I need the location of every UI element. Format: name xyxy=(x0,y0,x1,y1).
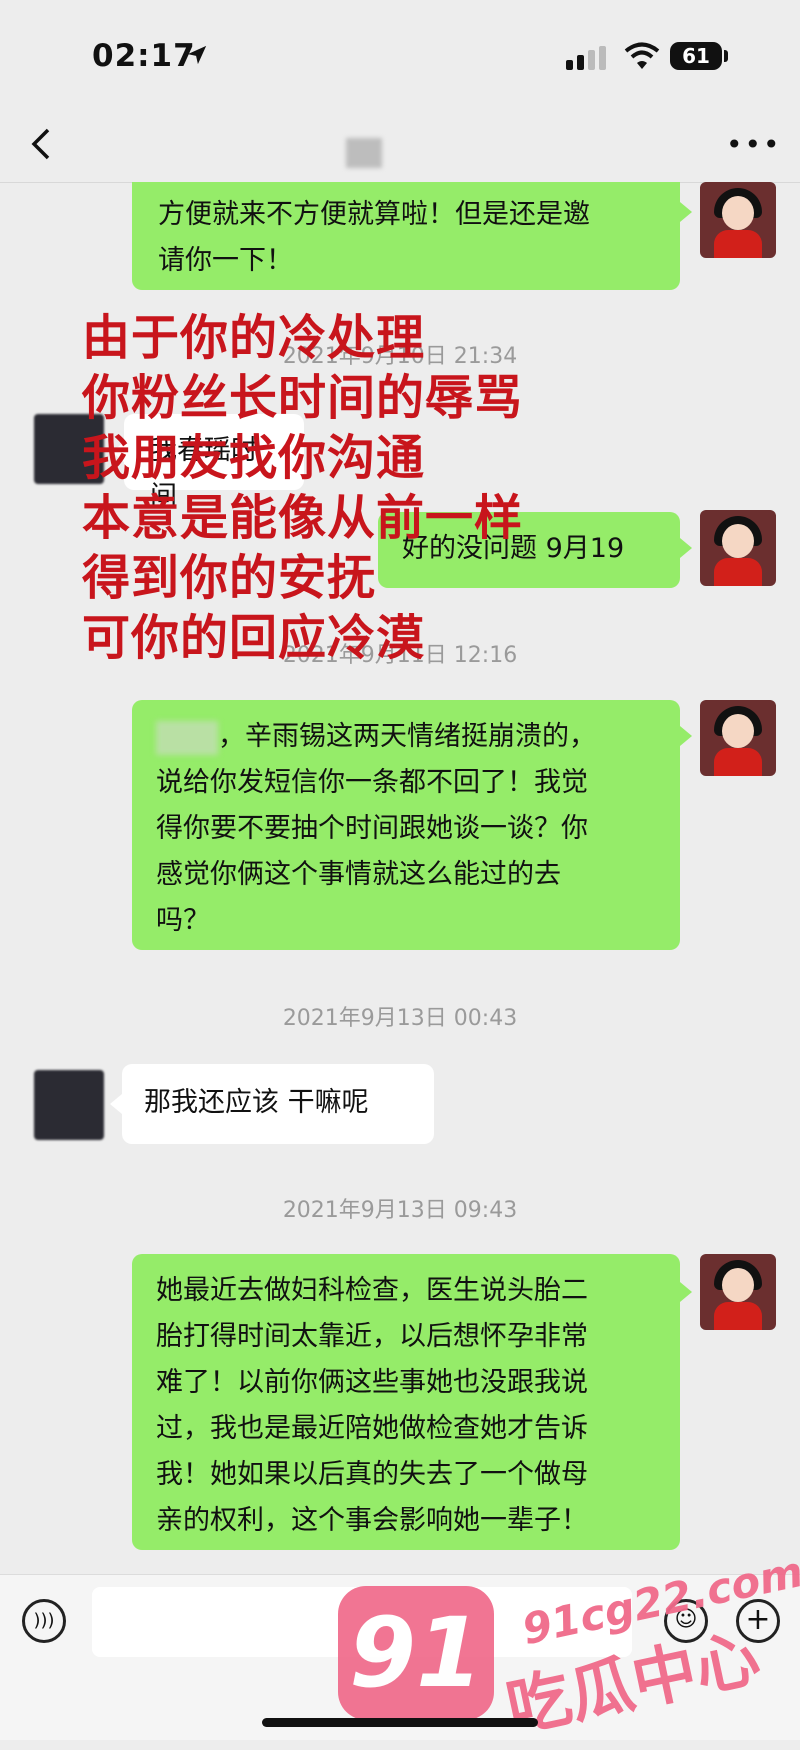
message-line: 说给你发短信你一条都不回了！我觉 xyxy=(156,767,588,798)
voice-input-icon[interactable]: ))) xyxy=(22,1599,66,1643)
more-options-icon[interactable]: ••• xyxy=(726,131,782,159)
message-line: 请你一下！ xyxy=(158,245,293,276)
message-line: 方便就来不方便就算啦！但是还是邀 xyxy=(158,199,590,230)
message-line: 得你要不要抽个时间跟她谈一谈？你 xyxy=(156,813,588,844)
caption-line: 由于你的冷处理 xyxy=(82,310,426,366)
contact-avatar[interactable] xyxy=(34,1070,104,1140)
bubble-tail xyxy=(110,1094,122,1114)
caption-line: 可你的回应冷漠 xyxy=(82,610,426,666)
bubble-tail xyxy=(680,538,692,558)
my-avatar[interactable] xyxy=(700,510,776,586)
message-line: 感觉你俩这个事情就这么能过的去 xyxy=(156,859,561,890)
battery-nub xyxy=(724,50,728,62)
back-chevron-icon[interactable] xyxy=(28,128,54,160)
name-redacted xyxy=(156,720,218,755)
message-line-text: ，辛雨锡这两天情绪挺崩溃的， xyxy=(218,721,596,752)
home-indicator xyxy=(262,1718,538,1727)
caption-line: 本意是能像从前一样 xyxy=(82,490,524,546)
message-bubble-outgoing[interactable]: 她最近去做妇科检查，医生说头胎二 胎打得时间太靠近，以后想怀孕非常 难了！以前你… xyxy=(132,1254,680,1550)
message-bubble-incoming[interactable]: 那我还应该 干嘛呢 xyxy=(122,1064,434,1144)
message-line: 我！她如果以后真的失去了一个做母 xyxy=(156,1459,588,1490)
message-line: 过，我也是最近陪她做检查她才告诉 xyxy=(156,1413,588,1444)
message-bubble-outgoing[interactable]: ，辛雨锡这两天情绪挺崩溃的， 说给你发短信你一条都不回了！我觉 得你要不要抽个时… xyxy=(132,700,680,950)
caption-line: 我朋友找你沟通 xyxy=(82,430,426,486)
my-avatar[interactable] xyxy=(700,1254,776,1330)
clock: 02:17 xyxy=(92,38,196,74)
red-caption-overlay: 由于你的冷处理 你粉丝长时间的辱骂 我朋友找你沟通 本意是能像从前一样 得到你的… xyxy=(82,308,523,668)
message-text: 那我还应该 干嘛呢 xyxy=(144,1087,369,1118)
cellular-signal-icon xyxy=(566,46,606,70)
my-avatar[interactable] xyxy=(700,700,776,776)
chat-header: ••• xyxy=(0,110,800,183)
my-avatar[interactable] xyxy=(700,182,776,258)
message-bubble-outgoing[interactable]: 方便就来不方便就算啦！但是还是邀 请你一下！ xyxy=(132,182,680,290)
message-line: 难了！以前你俩这些事她也没跟我说 xyxy=(156,1367,588,1398)
message-line: 吗？ xyxy=(156,905,210,936)
caption-line: 得到你的安抚 xyxy=(82,550,377,606)
bubble-tail xyxy=(680,202,692,222)
bubble-tail xyxy=(680,1282,692,1302)
message-line: ，辛雨锡这两天情绪挺崩溃的， xyxy=(156,714,656,760)
status-bar: 02:17 61 xyxy=(0,0,800,110)
wifi-icon xyxy=(624,42,660,69)
watermark-logo: 91 xyxy=(338,1586,494,1720)
message-line: 亲的权利，这个事会影响她一辈子！ xyxy=(156,1505,588,1536)
contact-name-redacted xyxy=(346,138,382,168)
message-line: 她最近去做妇科检查，医生说头胎二 xyxy=(156,1275,588,1306)
caption-line: 你粉丝长时间的辱骂 xyxy=(82,370,524,426)
timestamp: 2021年9月13日 09:43 xyxy=(282,1198,518,1223)
battery-indicator: 61 xyxy=(670,42,722,70)
timestamp: 2021年9月13日 00:43 xyxy=(282,1006,518,1031)
bubble-tail xyxy=(680,726,692,746)
location-arrow-icon xyxy=(187,45,207,65)
message-line: 胎打得时间太靠近，以后想怀孕非常 xyxy=(156,1321,588,1352)
